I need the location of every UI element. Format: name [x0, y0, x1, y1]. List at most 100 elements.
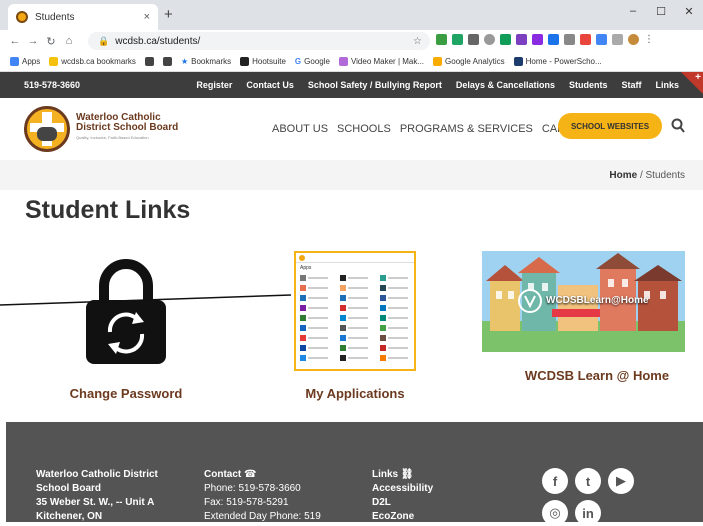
new-tab-button[interactable]: + [164, 6, 173, 23]
extension-icon[interactable] [580, 34, 591, 45]
instagram-icon[interactable]: ◎ [542, 500, 568, 526]
apps-grid-icon [10, 57, 19, 66]
menu-kebab-icon[interactable]: ⋮ [644, 34, 654, 45]
footer-address: Waterloo Catholic District School Board … [36, 469, 158, 522]
topnav-links[interactable]: Links [655, 80, 679, 90]
address-bar[interactable]: 🔒 wcdsb.ca/students/ ☆ [88, 32, 430, 50]
bookmark-misc[interactable] [144, 57, 154, 66]
topnav-contact[interactable]: Contact Us [246, 80, 294, 90]
google-icon: G [294, 57, 302, 66]
hootsuite-icon [240, 57, 250, 66]
bookmark-misc-2[interactable] [162, 57, 172, 66]
nav-about[interactable]: ABOUT US [272, 123, 328, 135]
learn-banner-text: WCDSBLearn@Home [546, 295, 649, 306]
extension-icon[interactable] [564, 34, 575, 45]
cast-icon[interactable] [612, 34, 623, 45]
forward-arrow-icon[interactable]: → [24, 35, 42, 47]
topnav-delays[interactable]: Delays & Cancellations [456, 80, 555, 90]
site-top-bar: 519-578-3660 Register Contact Us School … [0, 72, 703, 98]
bookmark-video-maker[interactable]: Video Maker | Mak... [338, 57, 424, 66]
bookmarks-bar: Apps wcdsb.ca bookmarks ★ Bookmarks Hoots… [0, 52, 703, 72]
site-footer: Waterloo Catholic District School Board … [6, 422, 703, 526]
minimize-button[interactable]: – [619, 0, 647, 22]
bookmark-apps[interactable]: Apps [10, 57, 40, 66]
top-nav: Register Contact Us School Safety / Bull… [196, 72, 679, 98]
bookmark-analytics[interactable]: Google Analytics [433, 57, 505, 66]
extensions-area: ⋮ [436, 34, 654, 45]
bookmark-powerschool[interactable]: Home - PowerScho... [513, 57, 602, 66]
footer-phone[interactable]: Phone: 519-578-3660 [204, 482, 321, 496]
reload-icon[interactable]: ↻ [42, 35, 60, 48]
learn-at-home-link[interactable]: WCDSB Learn @ Home [482, 368, 703, 383]
twitter-icon[interactable]: t [575, 468, 601, 494]
extension-icon[interactable] [484, 34, 495, 45]
footer-link-d2l[interactable]: D2L [372, 496, 433, 510]
apps-header [296, 253, 414, 263]
extension-icon[interactable] [596, 34, 607, 45]
my-applications-link[interactable]: My Applications [268, 386, 442, 401]
maximize-button[interactable]: ☐ [647, 0, 675, 22]
school-websites-button[interactable]: SCHOOL WEBSITES [558, 113, 662, 139]
powerschool-icon [513, 57, 523, 66]
wcdsb-logo[interactable] [24, 106, 70, 152]
bookmark-google[interactable]: G Google [295, 57, 330, 66]
apps-heading: Apps [300, 265, 312, 271]
breadcrumb-separator: / [637, 170, 646, 181]
brand-text[interactable]: Waterloo Catholic District School Board … [76, 113, 178, 141]
extension-icon[interactable] [452, 34, 463, 45]
learn-at-home-banner[interactable]: WCDSBLearn@Home [482, 251, 685, 352]
extension-icon[interactable] [516, 34, 527, 45]
footer-link-accessibility[interactable]: Accessibility [372, 482, 433, 496]
corner-plus-button[interactable]: + [681, 72, 703, 94]
home-icon[interactable]: ⌂ [60, 35, 78, 47]
topnav-safety[interactable]: School Safety / Bullying Report [308, 80, 442, 90]
brand-tagline: Quality, Inclusive, Faith-Based Educatio… [76, 135, 149, 140]
facebook-icon[interactable]: f [542, 468, 568, 494]
bookmark-bookmarks[interactable]: ★ Bookmarks [181, 57, 231, 66]
topnav-staff[interactable]: Staff [621, 80, 641, 90]
phone-icon: ☎ [244, 469, 257, 480]
footer-links: Links ⛓ Accessibility D2L EcoZone [372, 468, 433, 524]
tab-title: Students [35, 11, 75, 23]
back-arrow-icon[interactable]: ← [6, 35, 24, 47]
topnav-students[interactable]: Students [569, 80, 608, 90]
wcdsb-favicon-icon [16, 11, 28, 23]
profile-avatar[interactable] [628, 34, 639, 45]
change-password-link[interactable]: Change Password [40, 386, 212, 401]
lock-refresh-icon[interactable] [86, 256, 166, 364]
browser-tab[interactable]: Students × [8, 4, 158, 30]
nav-schools[interactable]: SCHOOLS [337, 123, 391, 135]
close-window-button[interactable]: ✕ [675, 0, 703, 22]
linkedin-icon[interactable]: in [575, 500, 601, 526]
apps-grid [300, 275, 408, 361]
footer-contact: Contact ☎ Phone: 519-578-3660 Fax: 519-5… [204, 468, 321, 524]
top-phone[interactable]: 519-578-3660 [24, 80, 80, 90]
extension-icon[interactable] [532, 34, 543, 45]
link-chain-icon: ⛓ [400, 469, 414, 480]
my-applications-thumbnail[interactable]: Apps [294, 251, 416, 371]
change-password-card: Change Password [40, 380, 212, 401]
page-title: Student Links [25, 196, 191, 224]
window-controls: – ☐ ✕ [619, 0, 703, 22]
topnav-register[interactable]: Register [196, 80, 232, 90]
breadcrumb-home[interactable]: Home [609, 170, 637, 181]
bookmark-wcdsb[interactable]: wcdsb.ca bookmarks [49, 57, 136, 66]
browser-toolbar: ← → ↻ ⌂ 🔒 wcdsb.ca/students/ ☆ ⋮ [0, 30, 703, 52]
breadcrumb: Home / Students [0, 160, 703, 190]
app-logo-icon [299, 254, 305, 261]
site-header: Waterloo Catholic District School Board … [0, 98, 703, 160]
extension-icon[interactable] [500, 34, 511, 45]
social-row-2: ◎ in [542, 500, 601, 526]
search-icon[interactable] [671, 118, 685, 134]
extension-icon[interactable] [436, 34, 447, 45]
extension-icon[interactable] [468, 34, 479, 45]
bookmark-hootsuite[interactable]: Hootsuite [240, 57, 286, 66]
main-nav: ABOUT US SCHOOLS PROGRAMS & SERVICES CAR… [272, 123, 595, 135]
youtube-icon[interactable]: ▶ [608, 468, 634, 494]
bookmark-star-icon[interactable]: ☆ [413, 36, 422, 47]
nav-programs[interactable]: PROGRAMS & SERVICES [400, 123, 533, 135]
browser-tab-strip: Students × + – ☐ ✕ [0, 0, 703, 30]
extension-icon[interactable] [548, 34, 559, 45]
tab-close-icon[interactable]: × [144, 11, 150, 23]
url-text: wcdsb.ca/students/ [115, 35, 201, 47]
